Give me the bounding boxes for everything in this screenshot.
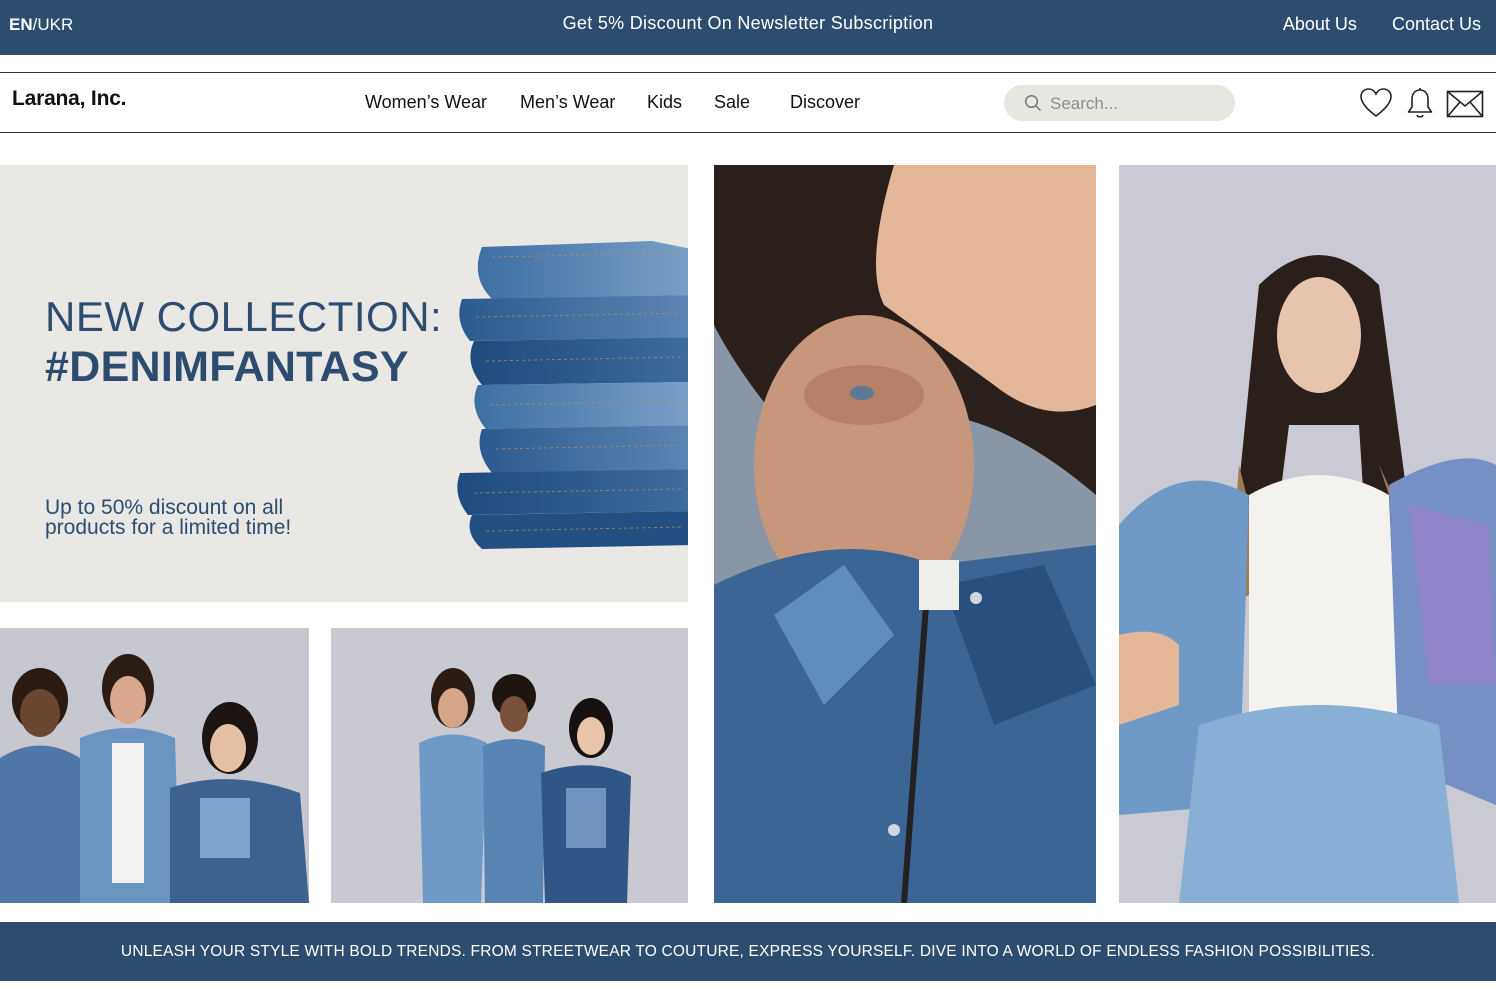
bottom-slogan-banner: UNLEASH YOUR STYLE WITH BOLD TRENDS. FRO… bbox=[0, 922, 1496, 981]
hero-subtitle: Up to 50% discount on all products for a… bbox=[45, 496, 292, 539]
group-photo-three-models[interactable] bbox=[0, 628, 309, 903]
female-model-seated-photo[interactable] bbox=[1119, 165, 1496, 903]
nav-sale[interactable]: Sale bbox=[714, 92, 750, 113]
hero-banner[interactable]: NEW COLLECTION: #DENIMFANTASY Up to 50% … bbox=[0, 165, 688, 602]
nav-mens-wear[interactable]: Men’s Wear bbox=[520, 92, 615, 113]
male-model-closeup-photo[interactable] bbox=[714, 165, 1096, 903]
mail-icon[interactable] bbox=[1446, 90, 1484, 123]
male-model-illustration bbox=[714, 165, 1096, 903]
search-box[interactable] bbox=[1004, 85, 1235, 121]
nav-kids[interactable]: Kids bbox=[647, 92, 682, 113]
top-links: About Us Contact Us bbox=[1253, 14, 1481, 35]
group-photo-standing-models[interactable] bbox=[331, 628, 688, 903]
stacked-jeans-image bbox=[457, 241, 688, 549]
hero-title-line1: NEW COLLECTION: bbox=[45, 293, 443, 340]
bell-icon[interactable] bbox=[1406, 87, 1434, 126]
main-header: Larana, Inc. Women’s Wear Men’s Wear Kid… bbox=[0, 72, 1496, 133]
contact-us-link[interactable]: Contact Us bbox=[1392, 14, 1481, 34]
nav-womens-wear[interactable]: Women’s Wear bbox=[365, 92, 487, 113]
group-photo-illustration bbox=[0, 628, 309, 903]
hero-title-line2: #DENIMFANTASY bbox=[45, 343, 409, 391]
search-input[interactable] bbox=[1048, 91, 1222, 117]
about-us-link[interactable]: About Us bbox=[1283, 14, 1357, 34]
top-bar: EN/UKR Get 5% Discount On Newsletter Sub… bbox=[0, 0, 1496, 55]
standing-photo-illustration bbox=[331, 628, 688, 903]
heart-icon[interactable] bbox=[1359, 87, 1393, 124]
search-icon bbox=[1024, 94, 1042, 112]
nav-discover[interactable]: Discover bbox=[790, 92, 860, 113]
logo[interactable]: Larana, Inc. bbox=[12, 87, 127, 111]
female-model-illustration bbox=[1119, 165, 1496, 903]
